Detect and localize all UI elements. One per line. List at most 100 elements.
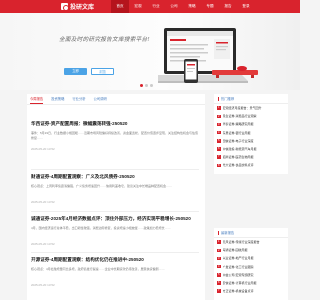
article-item[interactable]: 诚通证券-2025年4月经济数据点评：顶住外部压力，经济实现平稳增长-25052… [31, 216, 199, 246]
panel-title: 热门推荐 [221, 97, 235, 101]
side-item-title[interactable]: 华泰证券-策略研究周报 [223, 122, 254, 126]
side-list-item[interactable]: 8 光大证券-食品饮料点评 [214, 161, 288, 169]
rank-badge: 2 [217, 248, 221, 253]
rank-badge: 5 [217, 273, 221, 277]
carousel-dot[interactable] [145, 84, 148, 87]
side-item-title[interactable]: 国信证券-电子行业深度 [223, 139, 254, 143]
tab-this-week[interactable]: 今周报告 [30, 94, 44, 104]
side-list-item[interactable]: 1 宏观经济月度报告：景气回升 [214, 104, 288, 112]
side-item-title[interactable]: 东吴证券-银行业周报 [223, 131, 251, 135]
side-list-item[interactable]: 4 东吴证券-银行业周报 [214, 129, 288, 137]
side-item-title[interactable]: 招商证券-医药生物周报 [223, 155, 254, 159]
site-logo[interactable]: 投研文库 [61, 2, 94, 11]
top-navbar: 投研文库 首页 宏观 行业 公司 策略 专题 报告 登录 [0, 0, 300, 13]
latest-reports-panel: 最新报告 1 天风证券-传媒行业深度报告 2 海通证券-固收周报 3 兴业证券-地产行… [214, 228, 288, 300]
panel-header: 最新报告 [214, 228, 288, 238]
rank-badge: 1 [217, 240, 221, 244]
side-item-title[interactable]: 兴业证券-地产行业月报 [223, 256, 254, 260]
nav-item-topic[interactable]: 专题 [201, 0, 219, 13]
rank-badge: 7 [217, 289, 221, 293]
rank-badge: 6 [217, 147, 221, 151]
side-item-title[interactable]: 民生证券-消费品行业观察 [223, 114, 257, 118]
carousel-indicator [140, 84, 153, 87]
side-list-item[interactable]: 6 安信证券-计算机行业周报 [214, 279, 288, 287]
accent-bar [218, 230, 219, 235]
hero-banner: 全面及时的研究报告文库搜索平台! 立即 浏览 [0, 13, 300, 90]
carousel-dot[interactable] [150, 84, 153, 87]
side-list-item[interactable]: 5 国信证券-电子行业深度 [214, 137, 288, 145]
article-summary: 事件：5月19日，行业数据小幅回暖……近期市场风险偏好持续改善，资金面宽松，配置… [31, 131, 199, 140]
nav-item-industry[interactable]: 行业 [147, 0, 165, 13]
rank-badge: 8 [217, 163, 221, 168]
side-list-item[interactable]: 2 民生证券-消费品行业观察 [214, 112, 288, 120]
divider [31, 169, 199, 170]
side-list-item[interactable]: 3 兴业证券-地产行业月报 [214, 254, 288, 262]
hero-slogan: 全面及时的研究报告文库搜索平台! [59, 37, 150, 43]
side-item-title[interactable]: 方正证券-机械设备点评 [223, 289, 254, 293]
article-title[interactable]: 华西证券-资产配置周报：微幅震荡转强-250520 [31, 121, 199, 127]
rank-badge: 5 [217, 139, 221, 143]
side-item-title[interactable]: 安信证券-计算机行业周报 [223, 281, 257, 285]
tab-strategy[interactable]: 投资策略 [51, 94, 64, 104]
rank-badge: 7 [217, 155, 221, 159]
nav-item-report[interactable]: 报告 [219, 0, 237, 13]
side-list-item[interactable]: 7 招商证券-医药生物周报 [214, 153, 288, 161]
nav-item-company[interactable]: 公司 [165, 0, 183, 13]
side-list-item[interactable]: 6 中信建投-新能源汽车月报 [214, 145, 288, 153]
article-summary: 核心观点：上周利率债震荡偏强，广义债务增速回升……信用利差收窄，建议关注中长端品… [31, 184, 173, 188]
article-date: 2025-05-20 13:52 [31, 200, 55, 204]
article-summary: 4月，国内经济运行总体平稳，出口韧性较强，消费边际修复，投资增速小幅放缓……政策… [31, 226, 171, 230]
side-item-title[interactable]: 中信建投-新能源汽车月报 [223, 147, 257, 151]
article-title[interactable]: 财通证券-4周期配置观察：广义及北风债券-250520 [31, 174, 199, 180]
site-name: 投研文库 [70, 5, 95, 11]
hero-secondary-button[interactable]: 浏览 [91, 68, 114, 75]
divider [31, 211, 199, 212]
side-item-title[interactable]: 宏观经济月度报告：景气回升 [223, 106, 262, 110]
article-date: 2025-05-20 13:52 [31, 147, 55, 151]
side-list-item[interactable]: 3 华泰证券-策略研究周报 [214, 120, 288, 128]
article-item[interactable]: 财通证券-4周期配置观察：广义及北风债券-250520 核心观点：上周利率债震荡… [31, 174, 199, 204]
main-nav: 首页 宏观 行业 公司 策略 专题 报告 登录 [111, 0, 255, 13]
article-item[interactable]: 华西证券-资产配置周报：微幅震荡转强-250520 事件：5月19日，行业数据小… [31, 121, 199, 151]
article-title[interactable]: 开源证券-4周期配置观察：结构优化仍在推进中-250520 [31, 257, 199, 263]
report-tabs: 今周报告 投资策略 行业分析 公司调研 [27, 94, 205, 105]
side-list-item[interactable]: 1 天风证券-传媒行业深度报告 [214, 238, 288, 246]
carousel-dot-active[interactable] [140, 84, 143, 87]
divider [31, 252, 199, 253]
article-date: 2025-05-20 13:52 [31, 242, 55, 246]
side-item-title[interactable]: 天风证券-传媒行业深度报告 [223, 240, 260, 244]
side-item-title[interactable]: 中金公司-宏观专题研究 [223, 273, 254, 277]
nav-item-login[interactable]: 登录 [237, 0, 255, 13]
side-item-title[interactable]: 海通证券-固收周报 [223, 248, 248, 252]
rank-badge: 3 [217, 256, 221, 261]
rank-badge: 4 [217, 264, 221, 269]
accent-bar [218, 96, 219, 101]
article-item[interactable]: 开源证券-4周期配置观察：结构优化仍在推进中-250520 核心观点：4月社融增… [31, 257, 199, 287]
article-date: 2025-05-20 13:52 [31, 283, 55, 287]
side-item-title[interactable]: 广发证券-化工行业跟踪 [223, 265, 254, 269]
stand-illustration [212, 66, 258, 78]
rank-badge: 3 [217, 122, 221, 127]
side-list-item[interactable]: 2 海通证券-固收周报 [214, 246, 288, 254]
hero-primary-button[interactable]: 立即 [64, 68, 87, 75]
tab-company[interactable]: 公司调研 [94, 94, 107, 104]
phone-illustration [184, 59, 198, 83]
side-list-item[interactable]: 4 广发证券-化工行业跟踪 [214, 263, 288, 271]
side-list-item[interactable]: 7 方正证券-机械设备点评 [214, 287, 288, 295]
report-list-panel: 今周报告 投资策略 行业分析 公司调研 华西证券-资产配置周报：微幅震荡转强-2… [27, 94, 205, 300]
side-list-item[interactable]: 5 中金公司-宏观专题研究 [214, 271, 288, 279]
hot-reports-panel: 热门推荐 1 宏观经济月度报告：景气回升 2 民生证券-消费品行业观察 3 华泰证券-… [214, 94, 288, 174]
rank-badge: 6 [217, 281, 221, 285]
panel-title: 最新报告 [221, 231, 235, 235]
side-item-title[interactable]: 光大证券-食品饮料点评 [223, 163, 254, 167]
article-summary: 核心观点：4月社融增量同比多增，政府债发行提速……企业中长期贷款仍待改善，居民信… [31, 267, 165, 271]
nav-item-strategy[interactable]: 策略 [183, 0, 201, 13]
article-title[interactable]: 诚通证券-2025年4月经济数据点评：顶住外部压力，经济实现平稳增长-25052… [31, 216, 199, 222]
nav-item-home[interactable]: 首页 [111, 0, 129, 13]
rank-badge: 2 [217, 114, 221, 119]
tab-industry[interactable]: 行业分析 [72, 94, 85, 104]
nav-item-macro[interactable]: 宏观 [129, 0, 147, 13]
rank-badge: 1 [217, 106, 221, 110]
panel-header: 热门推荐 [214, 94, 288, 104]
rank-badge: 4 [217, 130, 221, 135]
